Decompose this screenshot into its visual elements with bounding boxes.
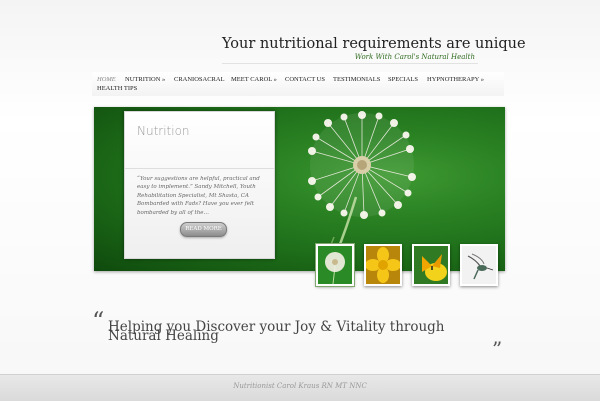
footer-credit: Nutritionist Carol Kraus RN MT NNC (233, 382, 367, 390)
hummingbird-icon (462, 246, 496, 284)
butterfly-icon (414, 246, 448, 284)
quote-open-mark: “ (92, 307, 105, 335)
dandelion-icon (318, 246, 352, 284)
nav-item-specials[interactable]: Specials (388, 76, 418, 83)
yellow-flower-icon (366, 246, 400, 284)
nav-item-testimonials[interactable]: Testimonials (333, 76, 380, 83)
footer: Nutritionist Carol Kraus RN MT NNC (0, 374, 600, 401)
nav-item-home[interactable]: Home (97, 76, 116, 83)
nav-item-nutrition[interactable]: Nutrition » (125, 76, 165, 83)
main-nav: Home Nutrition » Craniosacral Meet Carol… (92, 72, 504, 96)
nav-item-craniosacral[interactable]: Craniosacral (174, 76, 225, 83)
site-title: Your nutritional requirements are unique (222, 36, 526, 52)
nav-item-hypnotherapy[interactable]: Hypnotherapy » (427, 76, 484, 83)
caption-title: Nutrition (137, 124, 190, 138)
thumbnail-butterfly[interactable] (412, 244, 450, 286)
nav-item-contact-us[interactable]: Contact Us (285, 76, 325, 83)
thumbnail-hummingbird[interactable] (460, 244, 498, 286)
thumbnail-yellow-flower[interactable] (364, 244, 402, 286)
title-divider (222, 63, 478, 64)
site-tagline: Work With Carol's Natural Health (354, 53, 475, 61)
quote-close-mark: ” (492, 337, 503, 361)
nav-item-health-tips[interactable]: Health Tips (97, 85, 137, 92)
slider-caption: Nutrition “Your suggestions are helpful,… (124, 111, 275, 259)
mission-quote: Helping you Discover your Joy & Vitality… (108, 319, 445, 344)
thumbnail-dandelion[interactable] (315, 243, 355, 287)
caption-text: “Your suggestions are helpful, practical… (137, 176, 260, 216)
caption-divider (125, 168, 274, 169)
nav-item-meet-carol[interactable]: Meet Carol » (231, 76, 277, 83)
read-more-button[interactable]: READ MORE (180, 222, 227, 237)
